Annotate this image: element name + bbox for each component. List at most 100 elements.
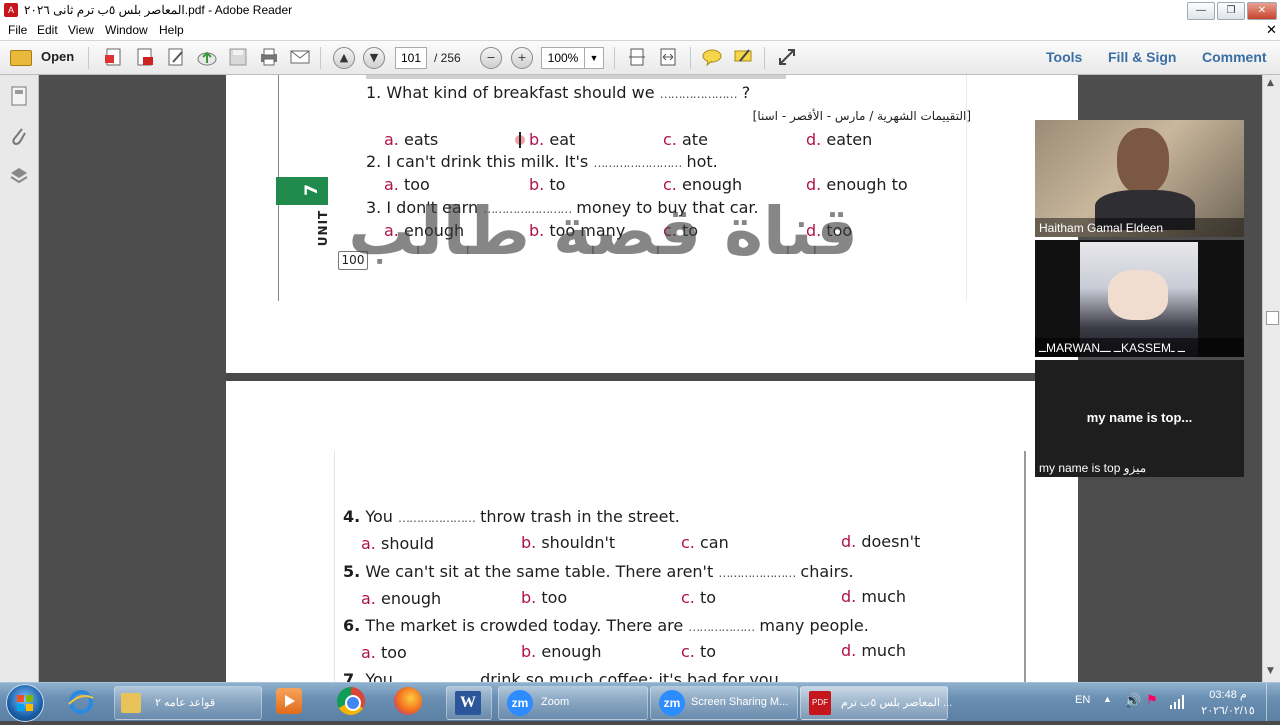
- toolbar-separator: [690, 47, 691, 69]
- option-5d: d. much: [841, 587, 907, 606]
- option-6a: a. too: [361, 643, 407, 662]
- taskbar-zoom[interactable]: zm Zoom: [498, 686, 648, 720]
- language-indicator[interactable]: EN: [1075, 694, 1090, 706]
- option-4a: a. should: [361, 534, 434, 553]
- zoom-dropdown-chevron-icon[interactable]: ▼: [584, 47, 604, 69]
- participant-video-3[interactable]: my name is top... my name is top ميزو: [1035, 360, 1244, 477]
- start-button[interactable]: [6, 684, 44, 722]
- option-5a: a. enough: [361, 589, 442, 608]
- option-2c: c. enough: [663, 175, 743, 194]
- participant-name: ــMARWANــ ـــKASSEMــ ـ: [1039, 341, 1185, 355]
- layers-icon[interactable]: [9, 165, 29, 187]
- comment-bubble-icon[interactable]: [701, 46, 723, 68]
- show-desktop-button[interactable]: [1266, 683, 1280, 721]
- zoom-in-icon[interactable]: +: [511, 47, 533, 69]
- option-6d: d. much: [841, 641, 907, 660]
- menu-window[interactable]: Window: [105, 23, 148, 37]
- show-hidden-icons-icon[interactable]: ▲: [1103, 694, 1112, 704]
- taskbar-word[interactable]: W: [446, 686, 492, 720]
- print-icon[interactable]: [258, 46, 280, 68]
- option-2d: d. enough to: [806, 175, 908, 194]
- vertical-scrollbar[interactable]: ▲ ▼: [1262, 75, 1280, 682]
- media-player-icon[interactable]: [276, 688, 302, 714]
- option-1d: d. eaten: [806, 130, 873, 149]
- menu-edit[interactable]: Edit: [37, 23, 58, 37]
- option-2a: a. too: [384, 175, 430, 194]
- adobe-reader-icon: A: [4, 3, 18, 17]
- chrome-icon[interactable]: [337, 687, 365, 715]
- scroll-down-icon[interactable]: ▼: [1267, 666, 1274, 676]
- upload-cloud-icon[interactable]: [196, 46, 218, 68]
- tools-link[interactable]: Tools: [1046, 49, 1082, 65]
- folder-icon: [121, 693, 141, 713]
- participant-center-name: my name is top...: [1086, 410, 1193, 425]
- zoom-icon: zm: [507, 690, 533, 716]
- scroll-up-icon[interactable]: ▲: [1267, 78, 1274, 88]
- page-number-input[interactable]: 101: [395, 47, 427, 69]
- option-2b: b. to: [529, 175, 566, 194]
- navigation-pane: [0, 75, 39, 682]
- create-pdf-icon[interactable]: [103, 46, 125, 68]
- taskbar-adobe-reader[interactable]: PDF المعاصر بلس ٥ب ترم ...: [800, 686, 952, 720]
- attachments-paperclip-icon[interactable]: [9, 125, 29, 147]
- taskbar-folder[interactable]: قواعد عامه ٢: [114, 686, 262, 720]
- page-margin-line: [1024, 451, 1026, 682]
- clock-date[interactable]: ٢٠٢٦/٠٢/١٥: [1200, 704, 1256, 717]
- option-4c: c. can: [681, 533, 729, 552]
- zoom-out-icon[interactable]: −: [480, 47, 502, 69]
- fill-sign-link[interactable]: Fill & Sign: [1108, 49, 1176, 65]
- highlight-icon[interactable]: [732, 46, 754, 68]
- close-button[interactable]: ✕: [1247, 2, 1277, 20]
- option-1b: b. eat: [529, 130, 576, 149]
- menu-close-icon[interactable]: ✕: [1266, 22, 1277, 38]
- zoom-level-input[interactable]: 100%: [541, 47, 585, 69]
- channel-watermark: قناة قصة طالب: [348, 193, 858, 270]
- restore-button[interactable]: ❐: [1217, 2, 1245, 20]
- scrollbar-thumb[interactable]: [1266, 311, 1279, 325]
- fit-page-icon[interactable]: [626, 46, 648, 68]
- save-icon[interactable]: [227, 46, 249, 68]
- menu-help[interactable]: Help: [159, 23, 184, 37]
- toolbar-separator: [614, 47, 615, 69]
- option-5b: b. too: [521, 588, 568, 607]
- network-signal-icon[interactable]: [1170, 694, 1184, 709]
- text-cursor-icon: [519, 132, 521, 148]
- email-icon[interactable]: [289, 46, 311, 68]
- option-6c: c. to: [681, 642, 717, 661]
- cropped-heading: [366, 75, 786, 79]
- previous-page-icon[interactable]: ▲: [333, 47, 355, 69]
- open-folder-icon[interactable]: [10, 50, 32, 66]
- option-6b: b. enough: [521, 642, 602, 661]
- action-center-flag-icon[interactable]: ⚑: [1146, 692, 1158, 708]
- unit-tab: 7: [276, 177, 328, 205]
- taskbar-screen-sharing[interactable]: zm Screen Sharing M...: [650, 686, 798, 720]
- internet-explorer-icon[interactable]: [66, 688, 96, 716]
- speaker-icon[interactable]: 🔊: [1124, 692, 1141, 709]
- full-screen-icon[interactable]: [776, 46, 798, 68]
- firefox-icon[interactable]: [394, 687, 422, 715]
- toolbar-separator: [764, 47, 765, 69]
- export-pdf-icon[interactable]: [134, 46, 156, 68]
- edit-pdf-icon[interactable]: [165, 46, 187, 68]
- fit-width-icon[interactable]: [657, 46, 679, 68]
- clock-time[interactable]: 03:48 م: [1203, 688, 1253, 701]
- page-thumbnails-icon[interactable]: [9, 85, 29, 107]
- page-margin-line: [334, 451, 335, 682]
- participant-video-2[interactable]: ــMARWANــ ـــKASSEMــ ـ: [1035, 240, 1244, 357]
- question-2: 2. I can't drink this milk. It's ……………………: [366, 152, 718, 171]
- option-4d: d. doesn't: [841, 532, 921, 551]
- next-page-icon[interactable]: ▼: [363, 47, 385, 69]
- menu-view[interactable]: View: [68, 23, 94, 37]
- minimize-button[interactable]: —: [1187, 2, 1215, 20]
- unit-number: 7: [301, 184, 322, 196]
- avatar-face: [1108, 270, 1168, 320]
- comment-link[interactable]: Comment: [1202, 49, 1267, 65]
- option-1a: a. eats: [384, 130, 439, 149]
- window-title: المعاصر بلس ٥ب ترم ثانى ٢٠٢٦.pdf - Adobe…: [24, 3, 293, 17]
- pdf-page-bottom: 4. You ………………… throw trash in the street…: [226, 381, 1078, 689]
- toolbar: Open ▲ ▼ 101 / 256 − + 100% ▼ Tools Fill…: [0, 41, 1280, 75]
- participant-video-1[interactable]: Haitham Gamal Eldeen: [1035, 120, 1244, 237]
- menu-file[interactable]: File: [8, 23, 27, 37]
- question-4: 4. You ………………… throw trash in the street…: [343, 507, 680, 526]
- open-button[interactable]: Open: [41, 49, 74, 64]
